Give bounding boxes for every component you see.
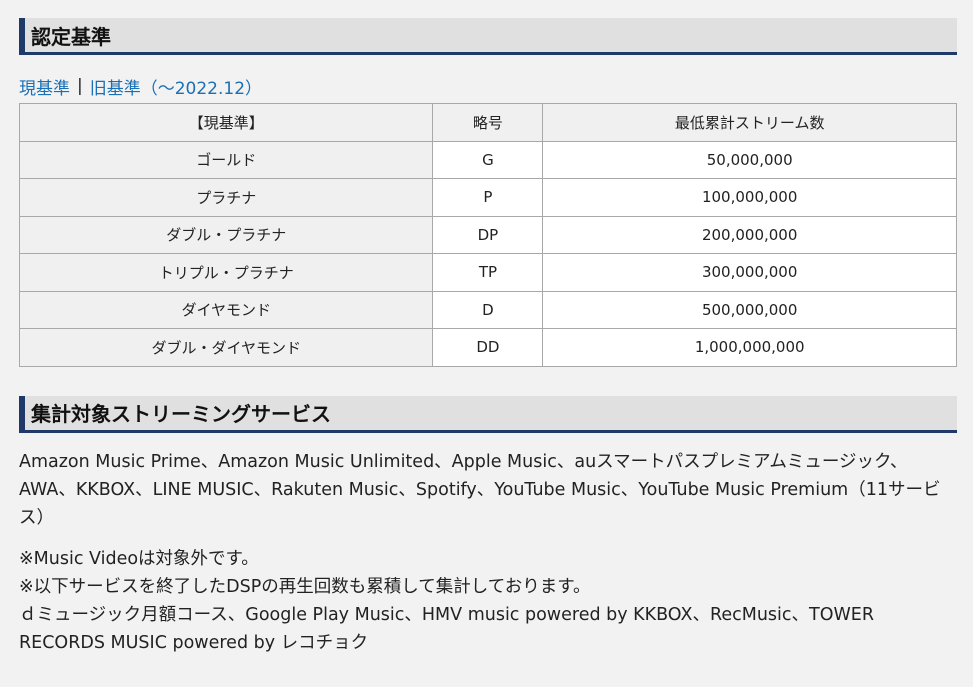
section-heading-criteria: 認定基準: [19, 18, 957, 55]
tab-current-criteria[interactable]: 現基準: [19, 74, 70, 99]
streams-cell: 1,000,000,000: [542, 328, 957, 367]
table-row: プラチナ P 100,000,000: [18, 178, 957, 217]
level-cell: ダブル・プラチナ: [18, 215, 434, 254]
table-row: ダイヤモンド D 500,000,000: [18, 290, 957, 329]
table-header-row: 【現基準】 略号 最低累計ストリーム数: [18, 103, 957, 142]
level-cell: ダイヤモンド: [18, 290, 434, 329]
note-discontinued-services: ｄミュージック月額コース、Google Play Music、HMV music…: [19, 604, 874, 653]
notes: ※Music Videoは対象外です。 ※以下サービスを終了したDSPの再生回数…: [19, 545, 954, 657]
criteria-tabs: 現基準 | 旧基準（～2022.12）: [19, 73, 957, 99]
level-cell: ゴールド: [18, 140, 434, 179]
table-row: ゴールド G 50,000,000: [18, 140, 957, 179]
streams-cell: 100,000,000: [542, 178, 957, 217]
note-discontinued: ※以下サービスを終了したDSPの再生回数も累積して集計しております。: [19, 576, 591, 597]
code-cell: DD: [432, 328, 544, 367]
level-cell: プラチナ: [18, 178, 434, 217]
column-header-streams: 最低累計ストリーム数: [542, 103, 957, 142]
criteria-table: 【現基準】 略号 最低累計ストリーム数 ゴールド G 50,000,000 プラ…: [18, 103, 957, 367]
section-heading-services: 集計対象ストリーミングサービス: [19, 395, 957, 433]
tab-old-criteria[interactable]: 旧基準（～2022.12）: [90, 74, 262, 99]
services-list: Amazon Music Prime、Amazon Music Unlimite…: [19, 451, 941, 528]
page: 認定基準 現基準 | 旧基準（～2022.12） 【現基準】 略号 最低累計スト…: [0, 18, 973, 687]
column-header-level: 【現基準】: [18, 103, 434, 142]
streams-cell: 200,000,000: [542, 215, 957, 254]
level-cell: ダブル・ダイヤモンド: [18, 328, 434, 367]
level-cell: トリプル・プラチナ: [18, 253, 434, 292]
section-title: 認定基準: [31, 24, 111, 49]
note-music-video: ※Music Videoは対象外です。: [19, 548, 259, 569]
code-cell: DP: [432, 215, 544, 254]
section-title: 集計対象ストリーミングサービス: [31, 402, 331, 426]
code-cell: D: [432, 290, 544, 329]
code-cell: G: [432, 140, 544, 179]
code-cell: P: [432, 178, 544, 217]
streams-cell: 300,000,000: [542, 253, 957, 292]
code-cell: TP: [432, 253, 544, 292]
table-row: ダブル・ダイヤモンド DD 1,000,000,000: [18, 328, 957, 367]
table-row: トリプル・プラチナ TP 300,000,000: [18, 253, 957, 292]
streams-cell: 50,000,000: [542, 140, 957, 179]
tab-separator: |: [77, 76, 83, 96]
column-header-code: 略号: [432, 103, 544, 142]
table-row: ダブル・プラチナ DP 200,000,000: [18, 215, 957, 254]
streams-cell: 500,000,000: [542, 290, 957, 329]
